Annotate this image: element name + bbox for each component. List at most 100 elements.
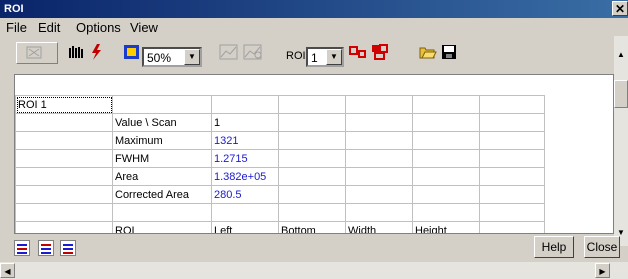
table-cell[interactable]: ROI 1	[15, 95, 113, 114]
table-cell[interactable]	[211, 203, 279, 222]
zoom-select[interactable]: 50% ▼	[142, 47, 202, 67]
table-cell[interactable]	[15, 167, 113, 186]
zoom-value: 50%	[147, 51, 172, 65]
table-cell[interactable]: 1321	[211, 131, 279, 150]
line-chart-icon	[219, 44, 238, 60]
save-button[interactable]	[440, 42, 458, 64]
menu-file[interactable]: File	[6, 20, 27, 35]
table-cell[interactable]	[278, 113, 346, 132]
table-cell[interactable]	[112, 95, 212, 114]
table-cell[interactable]	[112, 203, 212, 222]
zoom-out-button[interactable]	[16, 42, 58, 64]
table-cell[interactable]: Width	[345, 221, 413, 233]
table-cell[interactable]	[15, 203, 113, 222]
open-folder-button[interactable]	[418, 42, 438, 64]
roi-shapes-red-button[interactable]	[370, 42, 390, 64]
table-cell[interactable]	[479, 185, 545, 204]
scroll-thumb[interactable]	[614, 80, 628, 108]
table-cell[interactable]	[15, 149, 113, 168]
table-cell[interactable]	[412, 95, 480, 114]
table-cell[interactable]: ROI	[112, 221, 212, 233]
horizontal-scrollbar[interactable]: ◀ ▶	[0, 262, 628, 279]
table-cell[interactable]	[412, 203, 480, 222]
lightning-button[interactable]	[88, 42, 106, 64]
table-view-button-1[interactable]	[14, 240, 30, 256]
table-cell[interactable]: Value \ Scan	[112, 113, 212, 132]
table-cell[interactable]: Left	[211, 221, 279, 233]
table-cell[interactable]	[479, 149, 545, 168]
table-cell[interactable]	[479, 167, 545, 186]
scroll-up-icon[interactable]: ▲	[614, 48, 628, 62]
table-cell[interactable]	[278, 131, 346, 150]
table-cell[interactable]: 1	[211, 113, 279, 132]
bar-graph-button[interactable]	[66, 42, 86, 64]
table-cell[interactable]	[479, 131, 545, 150]
table-cell[interactable]: FWHM	[112, 149, 212, 168]
toolbar: 50% ▼ ROI 1 ▼	[0, 38, 628, 68]
table-cell[interactable]	[278, 167, 346, 186]
table-view-button-2[interactable]	[38, 240, 54, 256]
table-cell[interactable]	[412, 167, 480, 186]
table-cell[interactable]: 280.5	[211, 185, 279, 204]
table-cell[interactable]	[345, 113, 413, 132]
menu-view[interactable]: View	[130, 20, 158, 35]
menu-options[interactable]: Options	[76, 20, 121, 35]
scroll-left-icon[interactable]: ◀	[0, 263, 15, 278]
roi-shapes-button[interactable]	[348, 42, 368, 64]
scroll-right-icon[interactable]: ▶	[595, 263, 610, 278]
menu-edit[interactable]: Edit	[38, 20, 60, 35]
table-cell[interactable]	[278, 203, 346, 222]
save-disk-icon	[442, 45, 456, 59]
open-folder-icon	[419, 47, 437, 59]
table-cell[interactable]	[345, 203, 413, 222]
lightning-icon	[92, 44, 101, 60]
table-cell[interactable]: Height	[412, 221, 480, 233]
table-cell[interactable]	[15, 131, 113, 150]
table-cell[interactable]	[278, 95, 346, 114]
chevron-down-icon[interactable]: ▼	[326, 49, 342, 65]
line-chart-button[interactable]	[218, 42, 240, 64]
display-box-button[interactable]	[122, 42, 142, 64]
table-cell[interactable]	[15, 185, 113, 204]
table-cell[interactable]	[211, 95, 279, 114]
table-cell[interactable]	[15, 221, 113, 233]
table-cell[interactable]	[412, 113, 480, 132]
table-cell[interactable]	[278, 185, 346, 204]
display-box-icon	[124, 45, 139, 59]
table-cell[interactable]	[278, 149, 346, 168]
table-view-button-3[interactable]	[60, 240, 76, 256]
table-cell[interactable]	[345, 149, 413, 168]
table-row: Value \ Scan 1	[15, 113, 545, 132]
roi-value: 1	[311, 51, 318, 65]
table-cell[interactable]	[479, 113, 545, 132]
table-cell[interactable]	[479, 221, 545, 233]
table-cell[interactable]	[345, 131, 413, 150]
table-cell[interactable]	[479, 203, 545, 222]
help-button[interactable]: Help	[534, 236, 574, 258]
table-cell[interactable]	[412, 149, 480, 168]
table-cell[interactable]: Maximum	[112, 131, 212, 150]
table-cell[interactable]	[345, 95, 413, 114]
table-cell[interactable]	[412, 185, 480, 204]
table-cell[interactable]: 1.2715	[211, 149, 279, 168]
table-row: Area 1.382e+05	[15, 167, 545, 186]
table-cell[interactable]: Bottom	[278, 221, 346, 233]
table-cell[interactable]	[345, 185, 413, 204]
table-row: Maximum 1321	[15, 131, 545, 150]
table-cell[interactable]	[479, 95, 545, 114]
table-cell[interactable]: Area	[112, 167, 212, 186]
table-cell[interactable]: 1.382e+05	[211, 167, 279, 186]
chart-settings-button[interactable]	[242, 42, 264, 64]
results-table: ROI 1 Value \ Scan 1 Maximum 1321 FWHM 1.2715 A…	[15, 95, 545, 233]
bar-graph-icon	[69, 46, 83, 58]
window-close-button[interactable]: ✕	[612, 1, 628, 16]
table-cell[interactable]: Corrected Area	[112, 185, 212, 204]
results-panel: ROI 1 Value \ Scan 1 Maximum 1321 FWHM 1.2715 A…	[14, 74, 614, 234]
close-button[interactable]: Close	[584, 236, 620, 258]
table-cell[interactable]	[345, 167, 413, 186]
vertical-scrollbar[interactable]: ▲ ▼	[614, 36, 628, 246]
chevron-down-icon[interactable]: ▼	[184, 49, 200, 65]
table-cell[interactable]	[15, 113, 113, 132]
roi-select[interactable]: 1 ▼	[306, 47, 344, 67]
table-cell[interactable]	[412, 131, 480, 150]
